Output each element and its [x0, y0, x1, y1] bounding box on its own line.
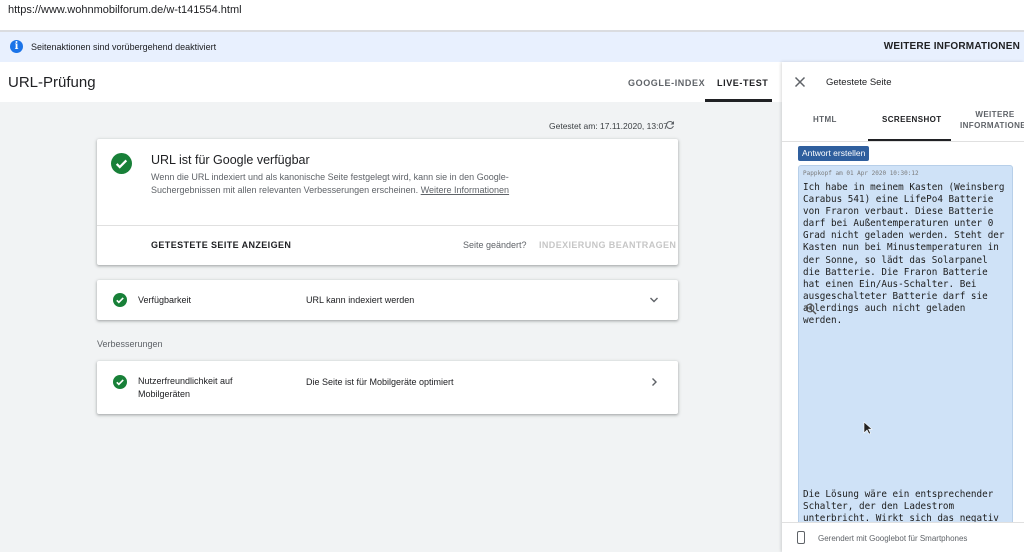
show-tested-page-button[interactable]: GETESTETE SEITE ANZEIGEN: [151, 240, 291, 250]
tab-more-info-line2: INFORMATIONEN: [960, 121, 1024, 130]
page-title: URL-Prüfung: [8, 74, 96, 91]
page-header: URL-Prüfung GOOGLE-INDEX LIVE-TEST: [0, 62, 782, 102]
zoom-in-icon: [805, 303, 817, 315]
tab-html[interactable]: HTML: [813, 115, 837, 124]
chevron-right-icon[interactable]: [649, 377, 659, 387]
status-title: URL ist für Google verfügbar: [151, 153, 310, 167]
refresh-icon[interactable]: [664, 119, 676, 131]
tab-live-test[interactable]: LIVE-TEST: [717, 78, 768, 88]
tab-screenshot[interactable]: SCREENSHOT: [882, 115, 942, 124]
mobile-usability-label-line1: Nutzerfreundlichkeit auf: [138, 376, 233, 386]
post-meta: Pappkopf am 01 Apr 2020 10:30:12: [803, 170, 919, 177]
forum-post: Pappkopf am 01 Apr 2020 10:30:12 Ich hab…: [798, 165, 1013, 522]
request-indexing-button[interactable]: INDEXIERUNG BEANTRAGEN: [539, 240, 676, 250]
active-tab-indicator: [705, 99, 772, 102]
info-icon: i: [10, 40, 23, 53]
close-icon[interactable]: [794, 76, 806, 88]
info-banner-text: Seitenaktionen sind vorübergehend deakti…: [31, 42, 217, 52]
availability-row[interactable]: Verfügbarkeit URL kann indexiert werden: [97, 280, 678, 320]
mobile-usability-value: Die Seite ist für Mobilgeräte optimiert: [306, 377, 454, 387]
tab-google-index[interactable]: GOOGLE-INDEX: [628, 78, 705, 88]
panel-title: Getestete Seite: [826, 77, 892, 88]
reply-button: Antwort erstellen: [798, 146, 870, 161]
post-text: Ich habe in meinem Kasten (Weinsberg Car…: [803, 182, 1005, 327]
more-info-link[interactable]: WEITERE INFORMATIONEN: [884, 41, 1020, 52]
mobile-usability-label: Nutzerfreundlichkeit auf Mobilgeräten: [138, 375, 233, 401]
address-bar[interactable]: https://www.wohnmobilforum.de/w-t141554.…: [0, 0, 1024, 30]
page-screenshot[interactable]: Antwort erstellen Pappkopf am 01 Apr 202…: [795, 142, 1019, 522]
divider: [97, 225, 678, 226]
availability-value: URL kann indexiert werden: [306, 295, 415, 305]
page-changed-label: Seite geändert?: [463, 240, 527, 250]
tab-more-info[interactable]: WEITERE INFORMATIONEN: [960, 109, 1024, 131]
smartphone-icon: [797, 531, 805, 544]
improvements-heading: Verbesserungen: [97, 339, 163, 349]
divider: [782, 522, 1024, 523]
info-banner: i Seitenaktionen sind vorübergehend deak…: [0, 32, 1024, 62]
post-text-continued: Die Lösung wäre ein entsprechender Schal…: [803, 489, 999, 522]
tested-timestamp: Getestet am: 17.11.2020, 13:07: [549, 121, 668, 131]
tested-page-panel: Getestete Seite HTML SCREENSHOT WEITERE …: [782, 62, 1024, 552]
learn-more-link[interactable]: Weitere Informationen: [421, 185, 509, 195]
mobile-usability-label-line2: Mobilgeräten: [138, 389, 191, 399]
check-circle-icon: [113, 375, 127, 389]
check-circle-icon: [113, 293, 127, 307]
tab-more-info-line1: WEITERE: [975, 110, 1015, 119]
status-description: Wenn die URL indexiert und als kanonisch…: [151, 171, 511, 197]
url-text: https://www.wohnmobilforum.de/w-t141554.…: [8, 4, 242, 16]
render-info: Gerendert mit Googlebot für Smartphones: [818, 534, 968, 543]
mouse-cursor-icon: [863, 421, 873, 435]
availability-label: Verfügbarkeit: [138, 295, 192, 305]
check-circle-icon: [111, 153, 132, 174]
status-card: URL ist für Google verfügbar Wenn die UR…: [97, 139, 678, 265]
mobile-usability-row[interactable]: Nutzerfreundlichkeit auf Mobilgeräten Di…: [97, 361, 678, 414]
chevron-down-icon[interactable]: [649, 295, 659, 305]
